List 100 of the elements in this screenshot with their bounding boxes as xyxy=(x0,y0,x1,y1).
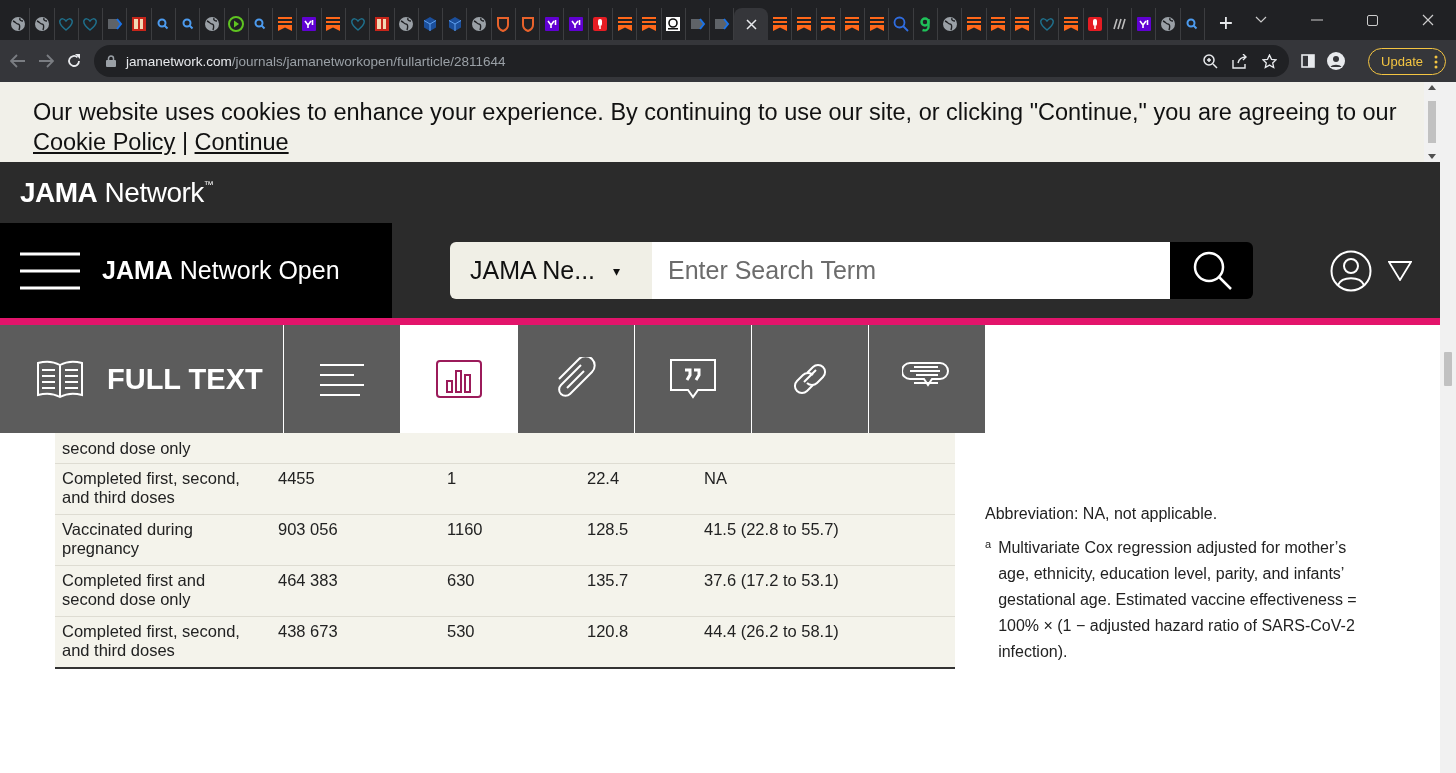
search-button[interactable] xyxy=(1170,242,1253,299)
arrow-icon xyxy=(689,16,706,32)
logo-icon xyxy=(1111,16,1128,32)
table-cell-text: 1 xyxy=(447,468,458,489)
logo-icon xyxy=(373,16,390,32)
table-cell-text: 135.7 xyxy=(587,570,630,591)
globe-icon xyxy=(398,16,415,32)
bookmark-icon xyxy=(990,16,1007,32)
zoom-icon[interactable] xyxy=(1203,53,1218,69)
new-tab-icon[interactable] xyxy=(1219,16,1233,30)
table-cell-text: 4455 xyxy=(278,468,316,489)
globe-icon xyxy=(9,16,26,32)
side-panel-icon[interactable] xyxy=(1301,54,1315,68)
back-icon[interactable] xyxy=(10,54,26,68)
dropdown-triangle-icon[interactable] xyxy=(1388,260,1412,281)
table-cell-text: 903 056 xyxy=(278,519,339,540)
article-tab[interactable] xyxy=(284,325,401,433)
browser-tab[interactable] xyxy=(734,8,768,40)
bookmark-icon xyxy=(844,16,861,32)
continue-link[interactable]: Continue xyxy=(194,129,289,155)
globe-icon xyxy=(203,16,220,32)
bigsearch-icon xyxy=(893,16,910,32)
table-cell-text: Completed first and second dose only xyxy=(62,570,207,610)
search-field[interactable]: Enter Search Term xyxy=(652,242,1170,299)
article-tab[interactable] xyxy=(518,325,635,433)
table-cell-text: 1160 xyxy=(447,519,484,540)
forward-icon[interactable] xyxy=(38,54,54,68)
play-icon xyxy=(228,16,245,32)
site-logo[interactable]: JAMA Network$^{™}$ xyxy=(20,176,214,209)
article-tab[interactable] xyxy=(869,325,986,433)
table-cell-text: Vaccinated during pregnancy xyxy=(62,519,194,559)
logo-icon xyxy=(131,16,148,32)
address-bar[interactable]: jamanetwork.com/journals/jamanetworkopen/fullarticle/2811644 xyxy=(94,45,1289,77)
star-icon[interactable] xyxy=(1262,53,1277,69)
globe-icon xyxy=(471,16,487,32)
table-cell-text: 22.4 xyxy=(587,468,621,489)
table-cell-text: 128.5 xyxy=(587,519,630,540)
yahoo-icon xyxy=(543,16,560,32)
table-cell-text: 438 673 xyxy=(278,621,339,642)
footnote-marker: a xyxy=(985,537,992,552)
table-cell-text: 37.6 (17.2 to 53.1) xyxy=(704,570,840,591)
share-icon[interactable] xyxy=(1232,53,1248,69)
chevron-down-icon[interactable] xyxy=(1255,16,1267,24)
article-tab[interactable] xyxy=(752,325,869,433)
cookie-policy-link[interactable]: Cookie Policy xyxy=(33,129,176,155)
table-cell-text: 630 xyxy=(447,570,476,591)
table-cell-text: 120.8 xyxy=(587,621,630,642)
bookmark-icon xyxy=(616,16,633,32)
bookmark-icon xyxy=(771,16,788,32)
bookmark-icon xyxy=(795,16,812,32)
lock-icon[interactable] xyxy=(106,55,116,67)
more-icon[interactable] xyxy=(1434,54,1438,69)
profile-icon[interactable] xyxy=(1327,52,1345,70)
quote-bubble-icon xyxy=(668,357,718,401)
yahoo-icon xyxy=(1135,16,1152,32)
arrow-icon xyxy=(713,16,730,32)
scroll-down-icon[interactable] xyxy=(1428,154,1436,159)
close-icon[interactable] xyxy=(745,18,757,30)
bookmark-icon xyxy=(1014,16,1031,32)
cube-icon xyxy=(422,16,439,32)
mic-icon xyxy=(1087,16,1104,32)
table-cell-text: 464 383 xyxy=(278,570,339,591)
bookmark-icon xyxy=(820,16,837,32)
table-cell-text: second dose only xyxy=(62,439,192,459)
shield-icon xyxy=(495,16,512,32)
globe-icon xyxy=(33,16,50,32)
bookmark-icon xyxy=(640,16,657,32)
cookie-notice: Our website uses cookies to enhance your experience. By continuing to use our site, or clicking "Continue," you are agreeing to our Cookie Policy | Continue xyxy=(32,98,1398,157)
scrollbar-thumb[interactable] xyxy=(1444,352,1452,386)
bookmark-icon xyxy=(965,16,982,32)
table-cell-text: 530 xyxy=(447,621,476,642)
journal-title[interactable]: JAMA Network Open xyxy=(102,256,340,285)
heart-icon xyxy=(349,16,366,32)
reload-icon[interactable] xyxy=(66,53,82,69)
bookmark-icon xyxy=(1063,16,1079,32)
url-text: jamanetwork.com/journals/jamanetworkopen/fullarticle/2811644 xyxy=(126,53,506,69)
article-tab[interactable]: FULL TEXT xyxy=(0,325,284,433)
table-cell-text: 41.5 (22.8 to 55.7) xyxy=(704,519,840,540)
table-cell-text: Completed first, second, and third doses xyxy=(62,621,241,661)
mic-icon xyxy=(592,16,609,32)
user-icon[interactable] xyxy=(1330,249,1372,292)
heart-icon xyxy=(58,16,75,32)
heart-icon xyxy=(82,16,99,32)
article-tab[interactable] xyxy=(635,325,752,433)
bookmark-icon xyxy=(276,16,293,32)
scrollbar[interactable] xyxy=(1424,82,1440,162)
maximize-icon[interactable] xyxy=(1367,14,1378,26)
bookmark-icon xyxy=(868,16,885,32)
scroll-up-icon[interactable] xyxy=(1428,85,1436,90)
menu-icon[interactable] xyxy=(20,251,80,290)
search-scope-dropdown[interactable]: JAMA Ne... ▾ xyxy=(450,242,652,299)
close-icon[interactable] xyxy=(1422,14,1434,26)
yahoo-icon xyxy=(301,16,317,32)
table-cell-text: 44.4 (26.2 to 58.1) xyxy=(704,621,840,642)
table-cell-text: Completed first, second, and third doses xyxy=(62,468,241,508)
yahoo-icon xyxy=(568,16,585,32)
heart-icon xyxy=(1038,16,1055,32)
shield-icon xyxy=(519,16,536,32)
logo-icon xyxy=(665,16,682,32)
table-cell-text: NA xyxy=(704,468,728,489)
